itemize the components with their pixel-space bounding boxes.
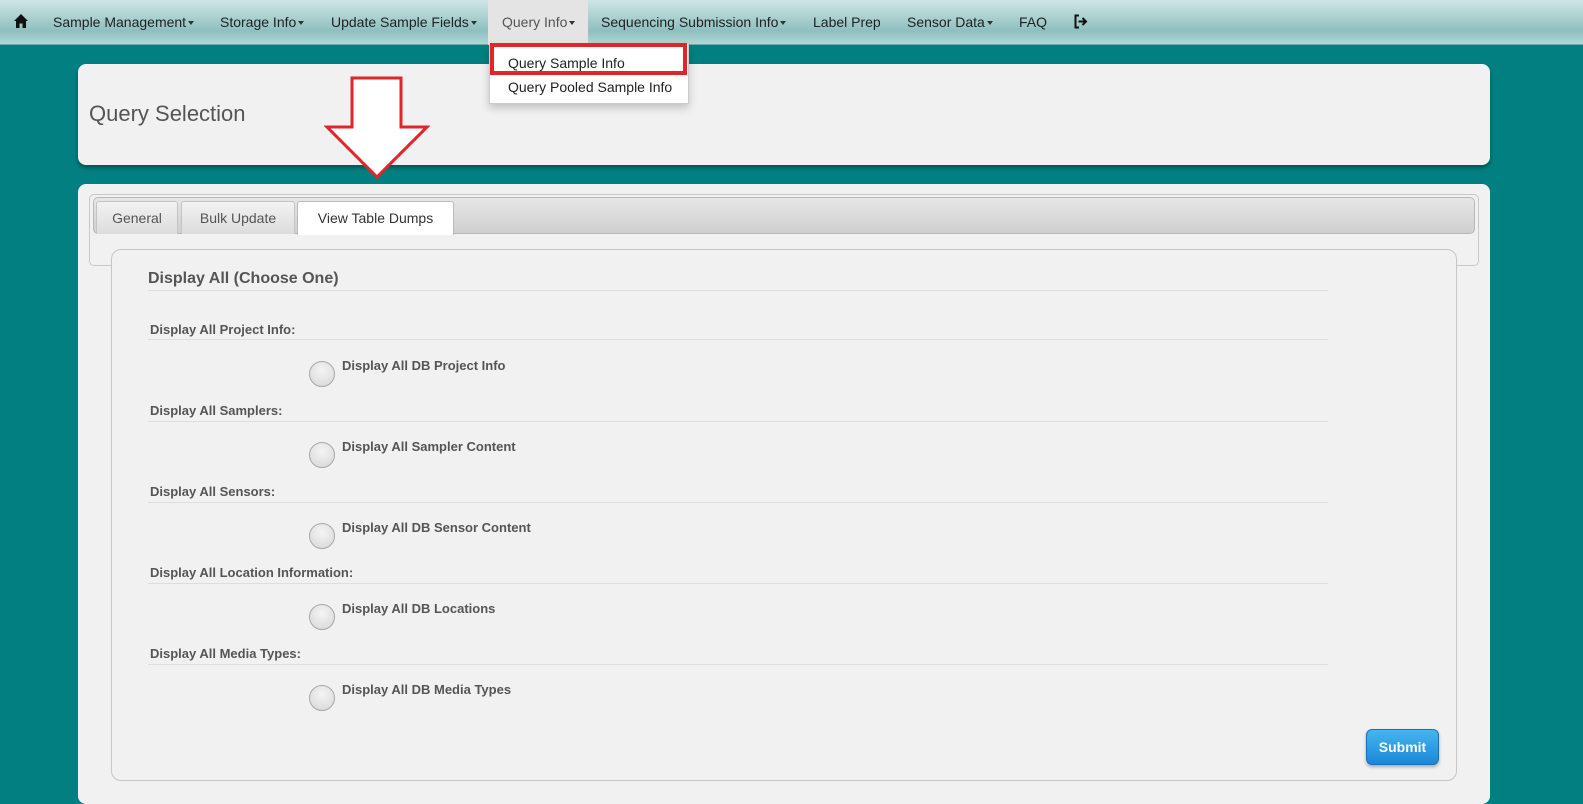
divider [148,664,1328,665]
divider [148,290,1328,291]
divider [148,421,1328,422]
nav-sequencing-submission-info[interactable]: Sequencing Submission Info [601,0,787,45]
caret-down-icon [188,21,195,26]
group-label-media-types: Display All Media Types: [150,646,301,661]
logout-icon[interactable] [1073,0,1088,45]
radio-label-db-locations[interactable]: Display All DB Locations [342,601,495,616]
radio-sampler-content[interactable] [309,442,335,468]
top-navbar: Sample Management Storage Info Update Sa… [0,0,1583,45]
nav-label-prep[interactable]: Label Prep [813,0,881,45]
submit-button[interactable]: Submit [1366,729,1439,765]
nav-sensor-data[interactable]: Sensor Data [907,0,993,45]
nav-label: Sample Management [53,14,187,30]
nav-label: Sensor Data [907,14,985,30]
radio-label-db-project-info[interactable]: Display All DB Project Info [342,358,506,373]
down-arrow-annotation-icon [324,76,430,180]
page-title: Query Selection [89,101,246,126]
nav-faq[interactable]: FAQ [1019,0,1047,45]
nav-label: Query Info [502,14,568,30]
radio-db-project-info[interactable] [309,361,335,387]
radio-db-sensor-content[interactable] [309,523,335,549]
tab-general[interactable]: General [96,201,178,234]
group-label-samplers: Display All Samplers: [150,403,283,418]
nav-label: FAQ [1019,14,1048,30]
nav-update-sample-fields[interactable]: Update Sample Fields [331,0,477,45]
nav-label: Label Prep [813,14,881,30]
group-label-location-information: Display All Location Information: [150,565,354,580]
radio-db-locations[interactable] [309,604,335,630]
form-heading: Display All (Choose One) [148,270,339,287]
group-label-sensors: Display All Sensors: [150,484,276,499]
nav-label: Storage Info [220,14,297,30]
nav-storage-info[interactable]: Storage Info [220,0,305,45]
divider [148,583,1328,584]
caret-down-icon [470,21,477,26]
highlight-box-annotation [490,43,687,75]
radio-label-sampler-content[interactable]: Display All Sampler Content [342,439,516,454]
caret-down-icon [780,21,787,26]
group-label-project-info: Display All Project Info: [150,322,296,337]
caret-down-icon [298,21,305,26]
radio-label-db-media-types[interactable]: Display All DB Media Types [342,682,511,697]
menu-item-query-pooled-sample-info[interactable]: Query Pooled Sample Info [508,79,672,95]
nav-label: Update Sample Fields [331,14,469,30]
caret-down-icon [986,21,993,26]
tab-bulk-update[interactable]: Bulk Update [181,201,295,234]
caret-down-icon [569,21,576,26]
query-selection-panel [78,64,1490,165]
radio-label-db-sensor-content[interactable]: Display All DB Sensor Content [342,520,531,535]
nav-query-info[interactable]: Query Info [488,0,588,45]
nav-sample-management[interactable]: Sample Management [53,0,195,45]
home-icon[interactable] [13,0,29,45]
nav-label: Sequencing Submission Info [601,14,779,30]
divider [148,502,1328,503]
divider [148,339,1328,340]
tab-view-table-dumps[interactable]: View Table Dumps [297,201,454,235]
radio-db-media-types[interactable] [309,685,335,711]
